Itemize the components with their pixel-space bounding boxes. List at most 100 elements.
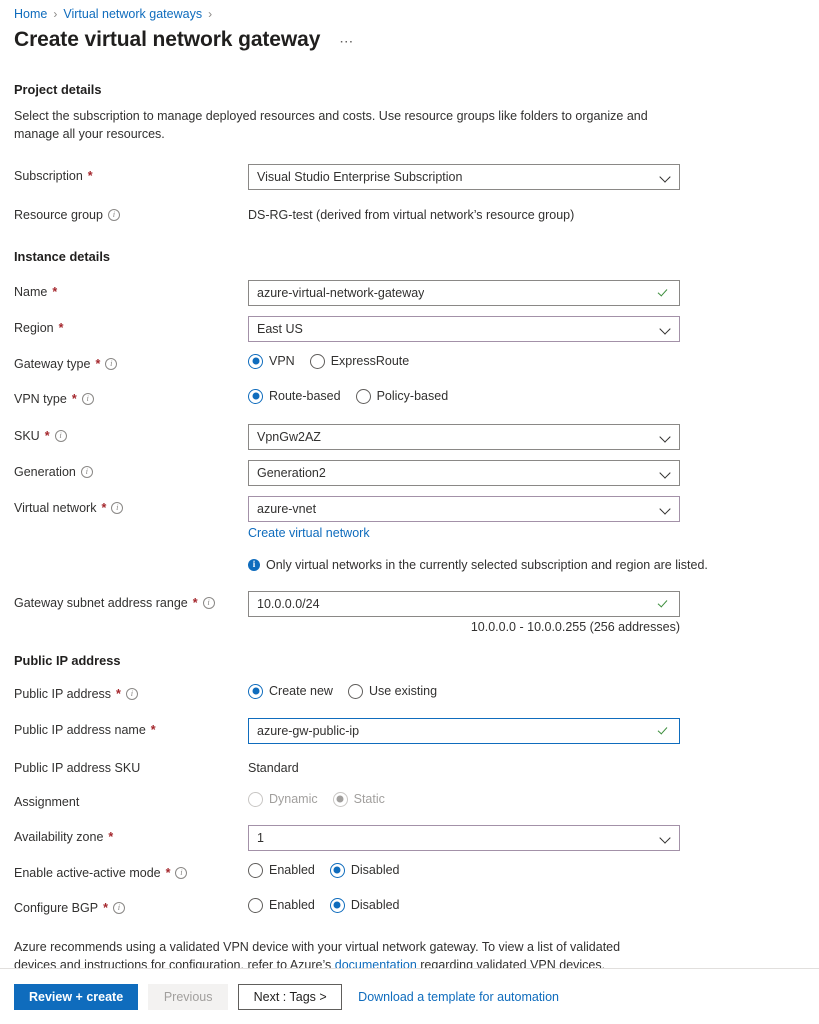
radio-option-active-active-disabled[interactable]: Disabled: [329, 862, 400, 878]
radio-label: Route-based: [269, 389, 341, 403]
label-name: Name *: [14, 280, 248, 300]
more-options-icon[interactable]: ⋯: [336, 33, 357, 50]
breadcrumb: Home › Virtual network gateways ›: [0, 0, 819, 22]
required-asterisk: *: [150, 722, 156, 737]
radio-option-create-new[interactable]: Create new: [248, 683, 333, 699]
info-outline-icon[interactable]: i: [112, 901, 125, 914]
radio-indicator: [248, 791, 263, 807]
info-outline-icon[interactable]: i: [54, 429, 67, 442]
label-configure-bgp: Configure BGP * i: [14, 896, 248, 916]
label-public-ip-address-text: Public IP address: [14, 686, 112, 701]
label-public-ip-sku-text: Public IP address SKU: [14, 760, 141, 775]
previous-button: Previous: [148, 983, 229, 1010]
gateway-subnet-helper-text: 10.0.0.0 - 10.0.0.255 (256 addresses): [470, 619, 680, 634]
radio-option-bgp-disabled[interactable]: Disabled: [329, 897, 400, 913]
breadcrumb-item-home[interactable]: Home: [14, 7, 47, 21]
label-gateway-type: Gateway type * i: [14, 352, 248, 372]
generation-select[interactable]: Generation2: [248, 459, 680, 486]
create-virtual-network-link[interactable]: Create virtual network: [248, 526, 370, 540]
download-template-link[interactable]: Download a template for automation: [358, 990, 559, 1004]
info-outline-icon[interactable]: i: [81, 392, 94, 405]
radio-indicator: [248, 388, 263, 404]
radio-option-vpn[interactable]: VPN: [248, 353, 295, 369]
subscription-select[interactable]: Visual Studio Enterprise Subscription: [248, 163, 680, 190]
radio-indicator: [309, 353, 325, 369]
field-row-subscription: Subscription * Visual Studio Enterprise …: [14, 163, 805, 190]
label-resource-group-text: Resource group: [14, 207, 103, 222]
info-outline-icon[interactable]: i: [202, 596, 215, 609]
active-active-radio-group: Enabled Disabled: [248, 861, 680, 878]
region-value: East US: [257, 321, 303, 336]
review-create-button[interactable]: Review + create: [14, 983, 139, 1010]
public-ip-sku-value: Standard: [248, 760, 299, 775]
public-ip-name-value: azure-gw-public-ip: [257, 723, 360, 738]
chevron-down-icon: [661, 432, 671, 442]
radio-indicator: [248, 353, 263, 369]
chevron-down-icon: [661, 324, 671, 334]
subscription-value: Visual Studio Enterprise Subscription: [257, 169, 463, 184]
field-row-generation: Generation i Generation2: [14, 459, 805, 486]
radio-option-use-existing[interactable]: Use existing: [347, 683, 437, 699]
sku-select[interactable]: VpnGw2AZ: [248, 423, 680, 450]
region-select[interactable]: East US: [248, 315, 680, 342]
required-asterisk: *: [87, 168, 93, 183]
page-header: Create virtual network gateway ⋯: [0, 22, 819, 56]
info-outline-icon[interactable]: i: [80, 465, 93, 478]
public-ip-name-input[interactable]: azure-gw-public-ip: [248, 717, 680, 744]
info-outline-icon[interactable]: i: [107, 208, 120, 221]
radio-label: Policy-based: [376, 389, 449, 403]
required-asterisk: *: [52, 284, 58, 299]
radio-option-bgp-enabled[interactable]: Enabled: [248, 897, 315, 913]
required-asterisk: *: [165, 865, 171, 880]
checkmark-icon: [659, 598, 671, 610]
required-asterisk: *: [108, 829, 114, 844]
notice-row-virtual-network: i Only virtual networks in the currently…: [14, 557, 805, 579]
info-outline-icon[interactable]: i: [125, 687, 138, 700]
info-outline-icon[interactable]: i: [175, 866, 188, 879]
radio-indicator: [248, 683, 263, 699]
gateway-subnet-input[interactable]: 10.0.0.0/24: [248, 590, 680, 617]
info-outline-icon[interactable]: i: [111, 501, 124, 514]
breadcrumb-item-virtual-network-gateways[interactable]: Virtual network gateways: [63, 7, 202, 21]
field-row-region: Region * East US: [14, 315, 805, 342]
radio-indicator: [248, 862, 263, 878]
radio-option-policy-based[interactable]: Policy-based: [355, 388, 449, 404]
required-asterisk: *: [95, 356, 101, 371]
resource-group-value: DS-RG-test (derived from virtual network…: [248, 207, 575, 222]
public-ip-address-radio-group: Create new Use existing: [248, 682, 680, 699]
radio-option-route-based[interactable]: Route-based: [248, 388, 341, 404]
name-value: azure-virtual-network-gateway: [257, 285, 425, 300]
next-tags-button[interactable]: Next : Tags >: [238, 983, 343, 1010]
label-subscription: Subscription *: [14, 164, 248, 184]
availability-zone-value: 1: [257, 830, 264, 845]
checkmark-icon: [659, 287, 671, 299]
chevron-down-icon: [661, 172, 671, 182]
availability-zone-select[interactable]: 1: [248, 824, 680, 851]
virtual-network-value: azure-vnet: [257, 501, 317, 516]
chevron-down-icon: [661, 833, 671, 843]
radio-label: Enabled: [269, 863, 315, 877]
label-gateway-subnet: Gateway subnet address range * i: [14, 591, 248, 611]
virtual-network-notice-text: Only virtual networks in the currently s…: [266, 557, 708, 572]
wizard-footer: Review + create Previous Next : Tags > D…: [0, 968, 819, 1024]
field-row-configure-bgp: Configure BGP * i Enabled Disabled: [14, 896, 805, 918]
required-asterisk: *: [58, 320, 64, 335]
label-region: Region *: [14, 316, 248, 336]
name-input[interactable]: azure-virtual-network-gateway: [248, 279, 680, 306]
label-availability-zone: Availability zone *: [14, 825, 248, 845]
label-availability-zone-text: Availability zone: [14, 829, 104, 844]
radio-label: Disabled: [350, 863, 400, 877]
configure-bgp-radio-group: Enabled Disabled: [248, 896, 680, 913]
checkmark-icon: [659, 725, 671, 737]
radio-label: Disabled: [350, 898, 400, 912]
radio-option-expressroute[interactable]: ExpressRoute: [309, 353, 409, 369]
radio-option-active-active-enabled[interactable]: Enabled: [248, 862, 315, 878]
field-row-public-ip-sku: Public IP address SKU Standard: [14, 756, 805, 778]
virtual-network-notice: i Only virtual networks in the currently…: [248, 557, 718, 574]
radio-option-static: Static: [332, 791, 385, 807]
virtual-network-select[interactable]: azure-vnet: [248, 495, 680, 522]
label-public-ip-address: Public IP address * i: [14, 682, 248, 702]
info-outline-icon[interactable]: i: [105, 357, 118, 370]
label-vpn-type: VPN type * i: [14, 387, 248, 407]
field-row-gateway-type: Gateway type * i VPN ExpressRoute: [14, 352, 805, 374]
